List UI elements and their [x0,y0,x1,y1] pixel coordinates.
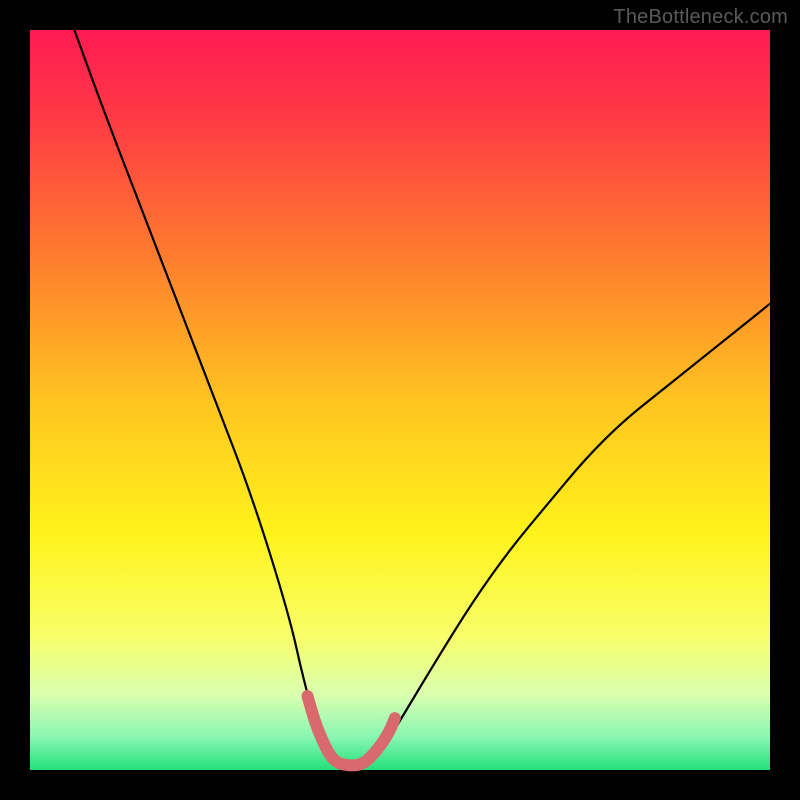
bottleneck-chart [0,0,800,800]
plot-background [30,30,770,770]
watermark-text: TheBottleneck.com [613,6,788,29]
chart-container: TheBottleneck.com [0,0,800,800]
